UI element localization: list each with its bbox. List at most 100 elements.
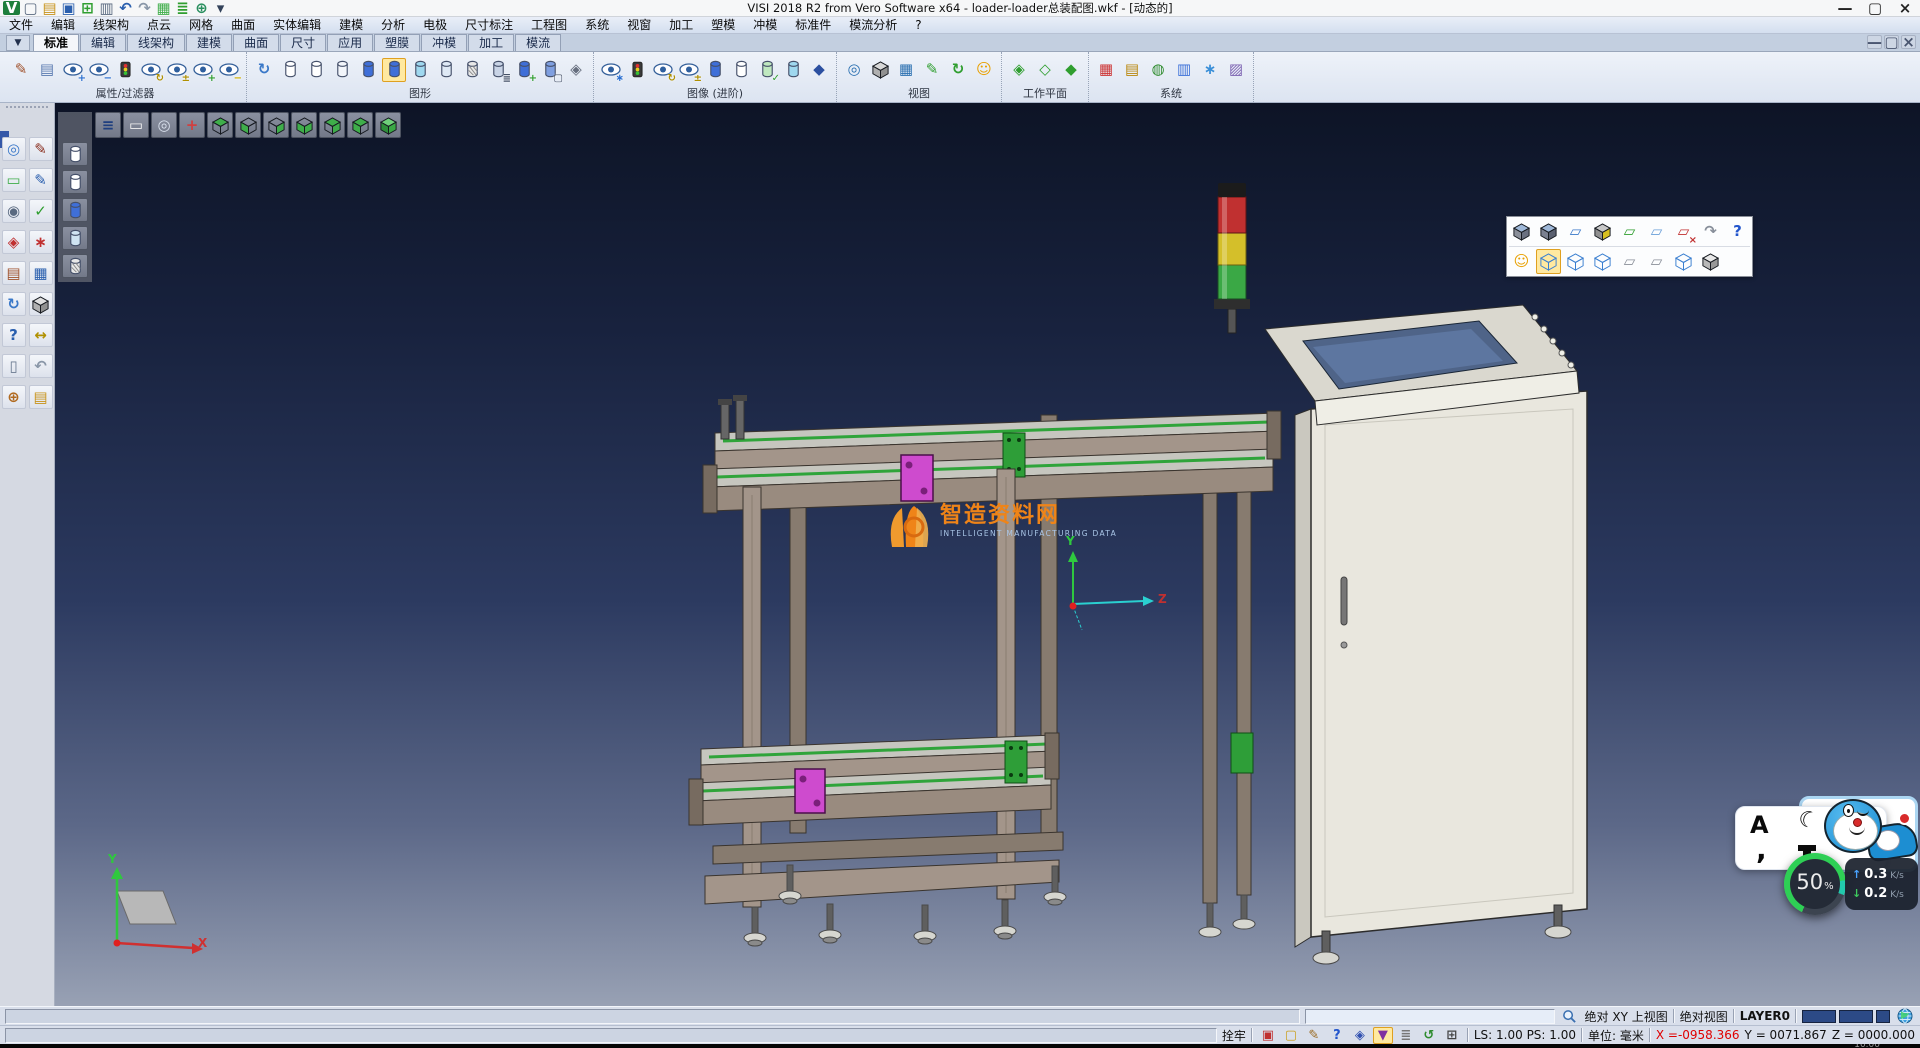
- tab-standard[interactable]: 标准: [33, 34, 79, 51]
- redo-icon[interactable]: ↷: [136, 1, 153, 15]
- save-icon[interactable]: ▣: [60, 1, 77, 15]
- tab-flow[interactable]: 模流: [515, 34, 561, 51]
- snap-grid-icon[interactable]: ▣: [1258, 1027, 1278, 1044]
- auto-rotate-icon[interactable]: ↺: [1419, 1027, 1439, 1044]
- selection-zoom-icon[interactable]: ◎: [2, 137, 26, 161]
- draw-brush-icon[interactable]: ✎: [1304, 1027, 1324, 1044]
- help-query-icon[interactable]: ?: [2, 323, 26, 347]
- online-globe-icon[interactable]: [1895, 1008, 1915, 1025]
- surface-analysis-icon[interactable]: ▱: [1617, 219, 1642, 244]
- print-icon[interactable]: ▥: [98, 1, 115, 15]
- customize-quick-access-icon[interactable]: ▾: [212, 1, 229, 15]
- tab-dimension[interactable]: 尺寸: [280, 34, 326, 51]
- view-iso-icon[interactable]: [207, 112, 233, 138]
- zoom-view-icon[interactable]: ◎: [842, 58, 866, 82]
- menu-drawing[interactable]: 工程图: [522, 17, 576, 34]
- grid-plane-icon[interactable]: ▨: [1224, 58, 1248, 82]
- translucent-cylinder-icon[interactable]: [781, 58, 805, 82]
- cplane-cone-icon[interactable]: ▼: [1373, 1027, 1393, 1044]
- minimize-button[interactable]: —: [1830, 0, 1860, 17]
- view-top-icon[interactable]: [235, 112, 261, 138]
- axes-view-icon[interactable]: +: [179, 112, 205, 138]
- view-shaded-icon[interactable]: [375, 112, 401, 138]
- layer-cyl-outline-icon[interactable]: [62, 142, 88, 166]
- solid-view-icon[interactable]: [1698, 249, 1723, 274]
- menu-modeling[interactable]: 建模: [330, 17, 372, 34]
- cylinder-box-icon[interactable]: ▢: [538, 58, 562, 82]
- regen-graphics-icon[interactable]: ↻: [252, 58, 276, 82]
- wireframe-active-icon[interactable]: [1536, 249, 1561, 274]
- open-file-icon[interactable]: ▤: [41, 1, 58, 15]
- grid-view-icon[interactable]: ▦: [894, 58, 918, 82]
- context-help-icon[interactable]: ?: [1327, 1027, 1347, 1044]
- show-entities-icon[interactable]: +: [61, 58, 85, 82]
- view-back-icon[interactable]: [291, 112, 317, 138]
- view-left-icon[interactable]: [319, 112, 345, 138]
- world-icon[interactable]: ⊕: [193, 1, 210, 15]
- shaded-edges-cube-icon[interactable]: [1536, 219, 1561, 244]
- menu-pointcloud[interactable]: 点云: [138, 17, 180, 34]
- refresh-view-icon[interactable]: ↻: [946, 58, 970, 82]
- invert-visibility-icon[interactable]: ±: [165, 58, 189, 82]
- cylinder-shaded-edges-icon[interactable]: [382, 58, 406, 82]
- draft-cube-icon[interactable]: [1590, 219, 1615, 244]
- active-color-swatch[interactable]: [1876, 1010, 1890, 1023]
- hide-entities-icon[interactable]: −: [87, 58, 111, 82]
- wireframe-icon[interactable]: [1563, 249, 1588, 274]
- undo-icon[interactable]: ↶: [117, 1, 134, 15]
- pen-color-swatch[interactable]: [1839, 1010, 1873, 1023]
- solid-cylinder-icon[interactable]: [703, 58, 727, 82]
- plain-cylinder-icon[interactable]: [729, 58, 753, 82]
- render-smiley-icon[interactable]: ☺: [1509, 249, 1534, 274]
- view-cube-icon[interactable]: [868, 58, 892, 82]
- cylinder-light-icon[interactable]: [434, 58, 458, 82]
- menu-electrode[interactable]: 电极: [414, 17, 456, 34]
- layer-cyl-active-icon[interactable]: [62, 198, 88, 222]
- tab-mold[interactable]: 塑膜: [374, 34, 420, 51]
- surface-check-icon[interactable]: ▱: [1563, 219, 1588, 244]
- lock-label[interactable]: 拴牢: [1222, 1027, 1246, 1044]
- tab-dropdown-button[interactable]: ▼: [6, 35, 30, 51]
- visi-logo-icon[interactable]: V: [3, 1, 20, 15]
- verify-cylinder-icon[interactable]: ✓: [755, 58, 779, 82]
- filter-traffic-light-icon[interactable]: [113, 58, 137, 82]
- net-speed-panel[interactable]: ↑ 0.3 K/s ↓ 0.2 K/s: [1845, 858, 1918, 910]
- show-more-icon[interactable]: +: [191, 58, 215, 82]
- system-tools-icon[interactable]: ◍: [1146, 58, 1170, 82]
- zoom-solid-icon[interactable]: ◉: [2, 199, 26, 223]
- snap-settings-icon[interactable]: ∗: [1198, 58, 1222, 82]
- shaded-cube-icon[interactable]: [1509, 219, 1534, 244]
- menu-window[interactable]: 视窗: [618, 17, 660, 34]
- measure-icon[interactable]: ↔: [29, 323, 53, 347]
- render-smiley-icon[interactable]: ☺: [972, 58, 996, 82]
- spline-edit-icon[interactable]: ∗: [29, 230, 53, 254]
- undo-back-icon[interactable]: ↶: [29, 354, 53, 378]
- refresh-visibility-icon[interactable]: ↻: [139, 58, 163, 82]
- curve-edit-icon[interactable]: ✎: [29, 168, 53, 192]
- tab-edit[interactable]: 编辑: [80, 34, 126, 51]
- solid-wire-icon[interactable]: [1671, 249, 1696, 274]
- pick-box-icon[interactable]: ▢: [1281, 1027, 1301, 1044]
- cylinder-transparent-icon[interactable]: [408, 58, 432, 82]
- menu-dimension[interactable]: 尺寸标注: [456, 17, 522, 34]
- viewport-menu-icon[interactable]: ≡: [95, 112, 121, 138]
- menu-mesh[interactable]: 网格: [180, 17, 222, 34]
- absolute-view-label[interactable]: 绝对视图: [1680, 1008, 1728, 1025]
- mdi-close-button[interactable]: ×: [1901, 35, 1916, 49]
- binocular-view-icon[interactable]: ∗: [599, 58, 623, 82]
- menu-edit[interactable]: 编辑: [42, 17, 84, 34]
- folder-open-icon[interactable]: ▤: [29, 385, 53, 409]
- options-wheel-icon[interactable]: ⊕: [2, 385, 26, 409]
- close-button[interactable]: ×: [1890, 0, 1920, 17]
- validate-check-icon[interactable]: ✓: [29, 199, 53, 223]
- wireframe-hidden-icon[interactable]: [1590, 249, 1615, 274]
- menu-standard-parts[interactable]: 标准件: [786, 17, 840, 34]
- plane-view-icon[interactable]: ▱: [1617, 249, 1642, 274]
- material-table-icon[interactable]: ▤: [1120, 58, 1144, 82]
- layer-cyl-hatch-icon[interactable]: [62, 254, 88, 278]
- menu-surface[interactable]: 曲面: [222, 17, 264, 34]
- workplane-free-icon[interactable]: ◆: [1059, 58, 1083, 82]
- view-mode-label[interactable]: 绝对 XY 上视图: [1585, 1008, 1668, 1025]
- cylinder-hatch-icon[interactable]: [460, 58, 484, 82]
- hide-minus-icon[interactable]: −: [217, 58, 241, 82]
